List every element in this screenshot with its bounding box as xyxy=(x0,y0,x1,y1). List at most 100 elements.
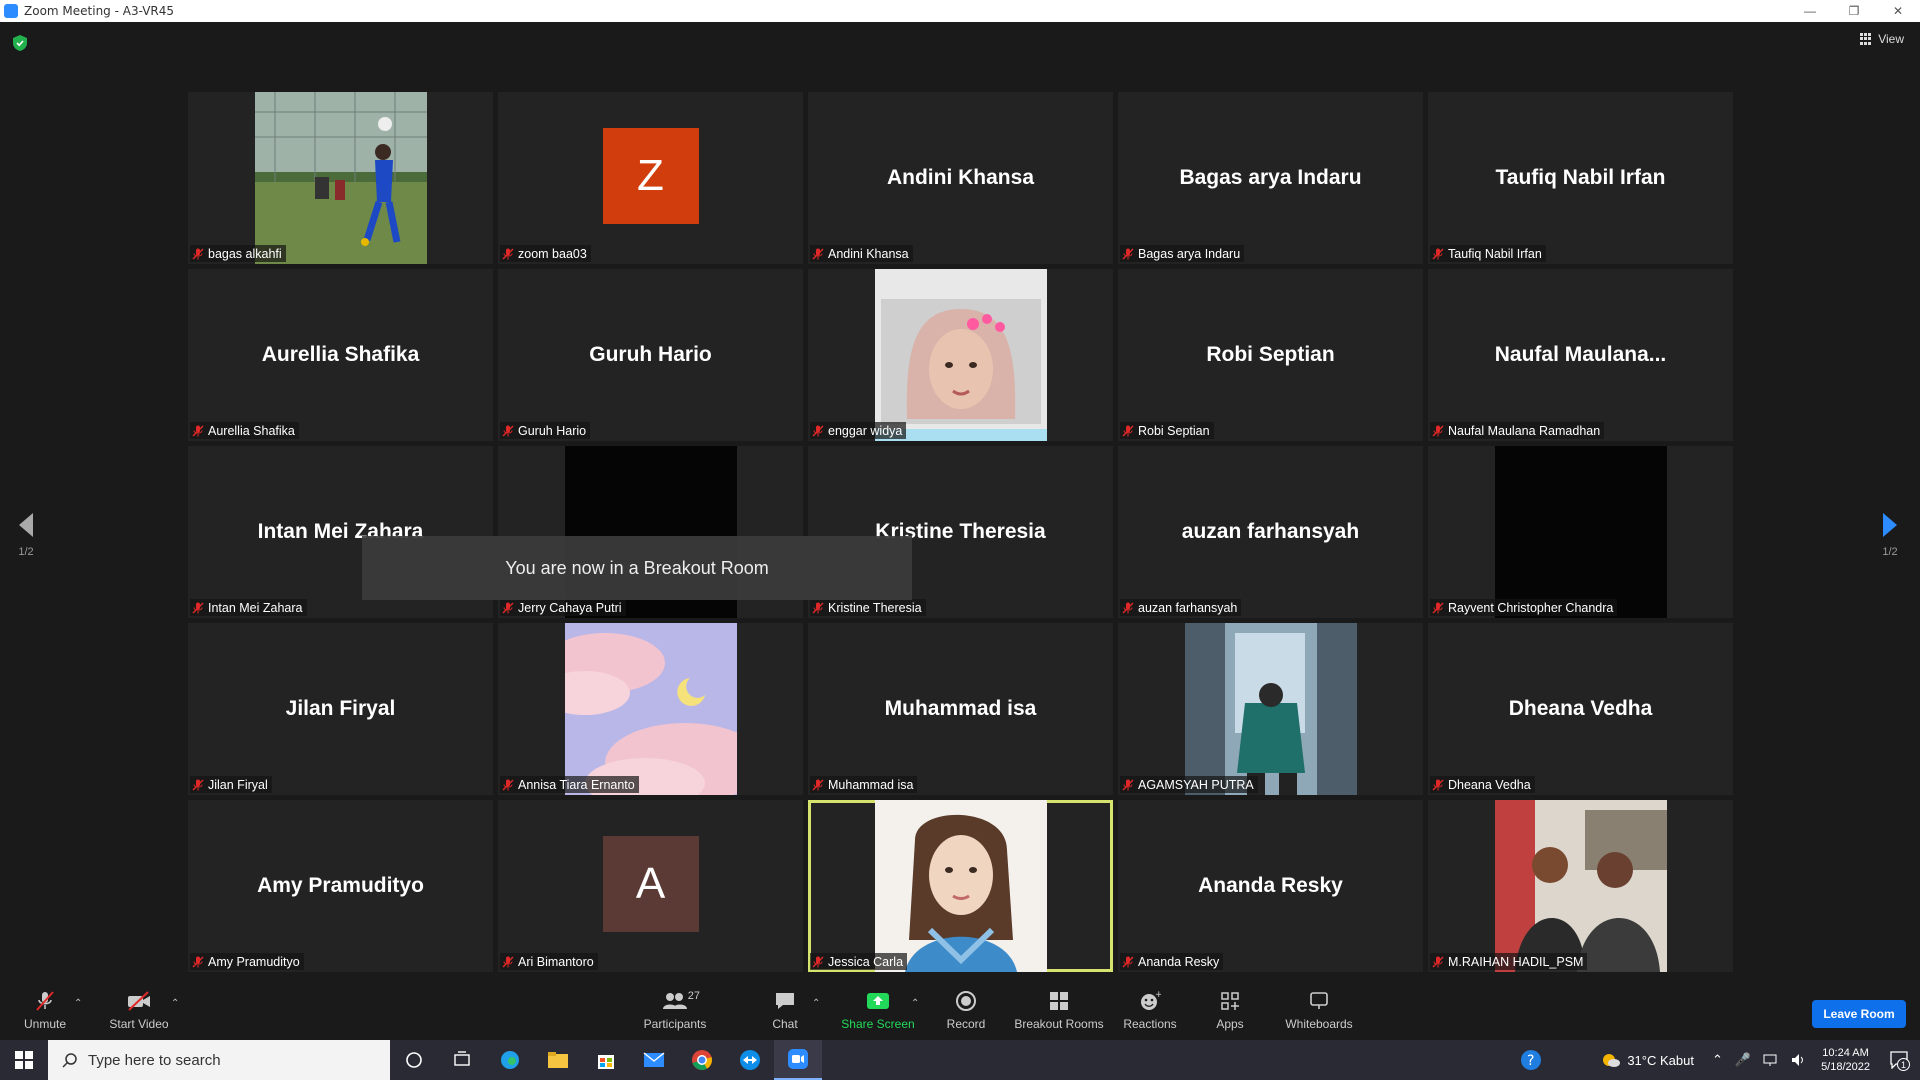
participant-name-label: bagas alkahfi xyxy=(190,245,286,262)
muted-mic-icon xyxy=(1432,779,1444,790)
participant-tile[interactable]: Taufiq Nabil Irfan Taufiq Nabil Irfan xyxy=(1428,92,1733,264)
next-page[interactable]: 1/2 xyxy=(1882,512,1898,558)
weather-text[interactable]: 31°C Kabut xyxy=(1627,1053,1694,1068)
participant-tile[interactable]: Naufal Maulana... Naufal Maulana Ramadhan xyxy=(1428,269,1733,441)
participant-tile[interactable]: auzan farhansyah auzan farhansyah xyxy=(1118,446,1423,618)
participant-display-name: Guruh Hario xyxy=(589,343,712,366)
task-view-icon[interactable] xyxy=(438,1040,486,1080)
prev-page[interactable]: 1/2 xyxy=(18,512,34,558)
participant-name: Intan Mei Zahara xyxy=(208,600,303,615)
muted-mic-icon xyxy=(812,956,824,967)
next-page-arrow-icon[interactable] xyxy=(1882,512,1898,538)
microphone-icon[interactable]: 🎤 xyxy=(1735,1052,1751,1068)
zoom-taskbar-icon[interactable] xyxy=(774,1040,822,1080)
prev-page-arrow-icon[interactable] xyxy=(18,512,34,538)
participant-tile[interactable]: Jilan Firyal Jilan Firyal xyxy=(188,623,493,795)
reactions-button[interactable]: + Reactions xyxy=(1122,980,1178,1040)
window-title: Zoom Meeting - A3-VR45 xyxy=(24,4,175,18)
gallery-grid: bagas alkahfi Zzoom baa03 Andini Khansa And… xyxy=(188,92,1733,972)
participant-tile[interactable]: Annisa Tiara Ernanto xyxy=(498,623,803,795)
participant-name-label: Naufal Maulana Ramadhan xyxy=(1430,422,1605,439)
participant-name-label: AGAMSYAH PUTRA xyxy=(1120,776,1258,793)
participant-tile[interactable]: Dheana Vedha Dheana Vedha xyxy=(1428,623,1733,795)
record-icon xyxy=(953,990,979,1012)
clock[interactable]: 10:24 AM 5/18/2022 xyxy=(1821,1046,1870,1074)
muted-mic-icon xyxy=(192,779,204,790)
file-explorer-icon[interactable] xyxy=(534,1040,582,1080)
participant-tile[interactable]: M.RAIHAN HADIL_PSM xyxy=(1428,800,1733,972)
participant-tile[interactable]: Robi Septian Robi Septian xyxy=(1118,269,1423,441)
volume-icon[interactable] xyxy=(1791,1053,1807,1067)
participant-name-label: Jessica Carla xyxy=(810,953,908,970)
participant-tile[interactable]: AGAMSYAH PUTRA xyxy=(1118,623,1423,795)
participant-tile[interactable]: A Ari Bimantoro xyxy=(498,800,803,972)
tray-expand-icon[interactable]: ⌃ xyxy=(1712,1052,1723,1068)
zoom-window: Zoom Meeting - A3-VR45 — ❐ ✕ View bagas … xyxy=(0,0,1920,1080)
chat-button[interactable]: Chat xyxy=(765,980,805,1040)
close-icon[interactable]: ✕ xyxy=(1876,0,1920,22)
start-video-button[interactable]: Start Video xyxy=(106,980,172,1040)
breakout-rooms-button[interactable]: Breakout Rooms xyxy=(1012,980,1106,1040)
help-icon[interactable]: ? xyxy=(1507,1049,1555,1071)
participant-name: Aurellia Shafika xyxy=(208,423,295,438)
muted-mic-icon xyxy=(192,602,204,613)
participant-tile[interactable]: bagas alkahfi xyxy=(188,92,493,264)
participant-tile[interactable]: Aurellia Shafika Aurellia Shafika xyxy=(188,269,493,441)
participant-tile[interactable]: Bagas arya Indaru Bagas arya Indaru xyxy=(1118,92,1423,264)
minimize-icon[interactable]: — xyxy=(1788,0,1832,22)
participant-tile[interactable]: Rayvent Christopher Chandra xyxy=(1428,446,1733,618)
unmute-button[interactable]: Unmute xyxy=(22,980,68,1040)
edge-browser-icon[interactable] xyxy=(486,1040,534,1080)
participant-tile[interactable]: Andini Khansa Andini Khansa xyxy=(808,92,1113,264)
teamviewer-icon[interactable] xyxy=(726,1040,774,1080)
participant-tile[interactable]: Ananda Resky Ananda Resky xyxy=(1118,800,1423,972)
participant-tile[interactable]: Muhammad isa Muhammad isa xyxy=(808,623,1113,795)
participant-display-name: Amy Pramudityo xyxy=(257,874,424,897)
video-options-caret-icon[interactable]: ⌃ xyxy=(171,998,179,1009)
participant-tile[interactable]: Jessica Carla xyxy=(808,800,1113,972)
muted-mic-icon xyxy=(1122,425,1134,436)
windows-taskbar: Type here to search ? 31°C Kabut ⌃ 🎤 10:… xyxy=(0,1040,1920,1080)
chrome-icon[interactable] xyxy=(678,1040,726,1080)
muted-mic-icon xyxy=(192,956,204,967)
participant-display-name: Jilan Firyal xyxy=(285,697,396,720)
participant-name: Guruh Hario xyxy=(518,423,587,438)
restore-icon[interactable]: ❐ xyxy=(1832,0,1876,22)
apps-button[interactable]: Apps xyxy=(1212,980,1248,1040)
participants-button[interactable]: 27 Participants xyxy=(640,980,710,1040)
windows-logo-icon xyxy=(15,1051,33,1069)
leave-room-button[interactable]: Leave Room xyxy=(1812,1000,1906,1028)
network-icon[interactable] xyxy=(1763,1053,1779,1067)
participant-video xyxy=(1184,623,1357,795)
share-options-caret-icon[interactable]: ⌃ xyxy=(911,998,919,1009)
participant-name: AGAMSYAH PUTRA xyxy=(1138,777,1254,792)
share-screen-label: Share Screen xyxy=(841,1016,915,1031)
svg-text:?: ? xyxy=(1527,1053,1534,1069)
taskbar-search-box[interactable]: Type here to search xyxy=(48,1040,390,1080)
participant-name: bagas alkahfi xyxy=(208,246,282,261)
whiteboards-button[interactable]: Whiteboards xyxy=(1282,980,1356,1040)
participant-display-name: Andini Khansa xyxy=(886,166,1034,189)
participant-tile[interactable]: Amy Pramudityo Amy Pramudityo xyxy=(188,800,493,972)
encryption-shield-icon[interactable] xyxy=(12,34,28,52)
participant-name-label: Andini Khansa xyxy=(810,245,913,262)
participant-name: Ari Bimantoro xyxy=(518,954,594,969)
microsoft-store-icon[interactable] xyxy=(582,1040,630,1080)
view-button[interactable]: View xyxy=(1860,32,1904,46)
share-screen-button[interactable]: Share Screen xyxy=(838,980,918,1040)
notification-center-icon[interactable]: 1 xyxy=(1878,1051,1920,1071)
chat-options-caret-icon[interactable]: ⌃ xyxy=(812,998,820,1009)
audio-options-caret-icon[interactable]: ⌃ xyxy=(74,998,82,1009)
mail-icon[interactable] xyxy=(630,1040,678,1080)
participant-name-label: auzan farhansyah xyxy=(1120,599,1242,616)
windows-start-button[interactable] xyxy=(0,1040,48,1080)
participant-tile[interactable]: Guruh Hario Guruh Hario xyxy=(498,269,803,441)
clock-date: 5/18/2022 xyxy=(1821,1061,1870,1073)
participant-name: auzan farhansyah xyxy=(1138,600,1238,615)
participant-tile[interactable]: Zzoom baa03 xyxy=(498,92,803,264)
record-button[interactable]: Record xyxy=(940,980,992,1040)
cortana-icon[interactable] xyxy=(390,1040,438,1080)
participant-video xyxy=(539,623,765,795)
prev-page-indicator: 1/2 xyxy=(18,546,34,558)
participant-tile[interactable]: enggar widya xyxy=(808,269,1113,441)
